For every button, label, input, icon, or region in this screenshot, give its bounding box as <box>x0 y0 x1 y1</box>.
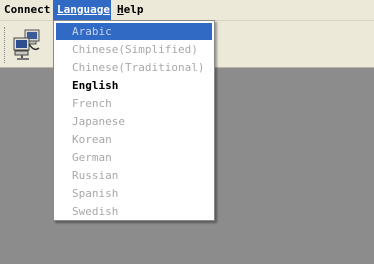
language-item-german[interactable]: German <box>56 149 212 166</box>
connect-toolbar-button[interactable] <box>9 26 45 62</box>
language-item-swedish[interactable]: Swedish <box>56 203 212 220</box>
menu-language[interactable]: Language <box>53 0 111 20</box>
network-computers-icon <box>13 29 40 60</box>
language-item-arabic[interactable]: Arabic <box>56 23 212 40</box>
language-item-japanese[interactable]: Japanese <box>56 113 212 130</box>
menu-bar: Connect Language Help <box>0 0 374 21</box>
language-item-korean[interactable]: Korean <box>56 131 212 148</box>
language-item-chinese-simplified[interactable]: Chinese(Simplified) <box>56 41 212 58</box>
language-item-english[interactable]: English <box>56 77 212 94</box>
menu-help[interactable]: Help <box>113 0 149 20</box>
toolbar-grip[interactable] <box>4 27 7 63</box>
language-item-spanish[interactable]: Spanish <box>56 185 212 202</box>
language-item-russian[interactable]: Russian <box>56 167 212 184</box>
menu-connect[interactable]: Connect <box>0 0 51 20</box>
language-item-french[interactable]: French <box>56 95 212 112</box>
language-menu-dropdown: Arabic Chinese(Simplified) Chinese(Tradi… <box>53 20 215 221</box>
language-item-chinese-traditional[interactable]: Chinese(Traditional) <box>56 59 212 76</box>
